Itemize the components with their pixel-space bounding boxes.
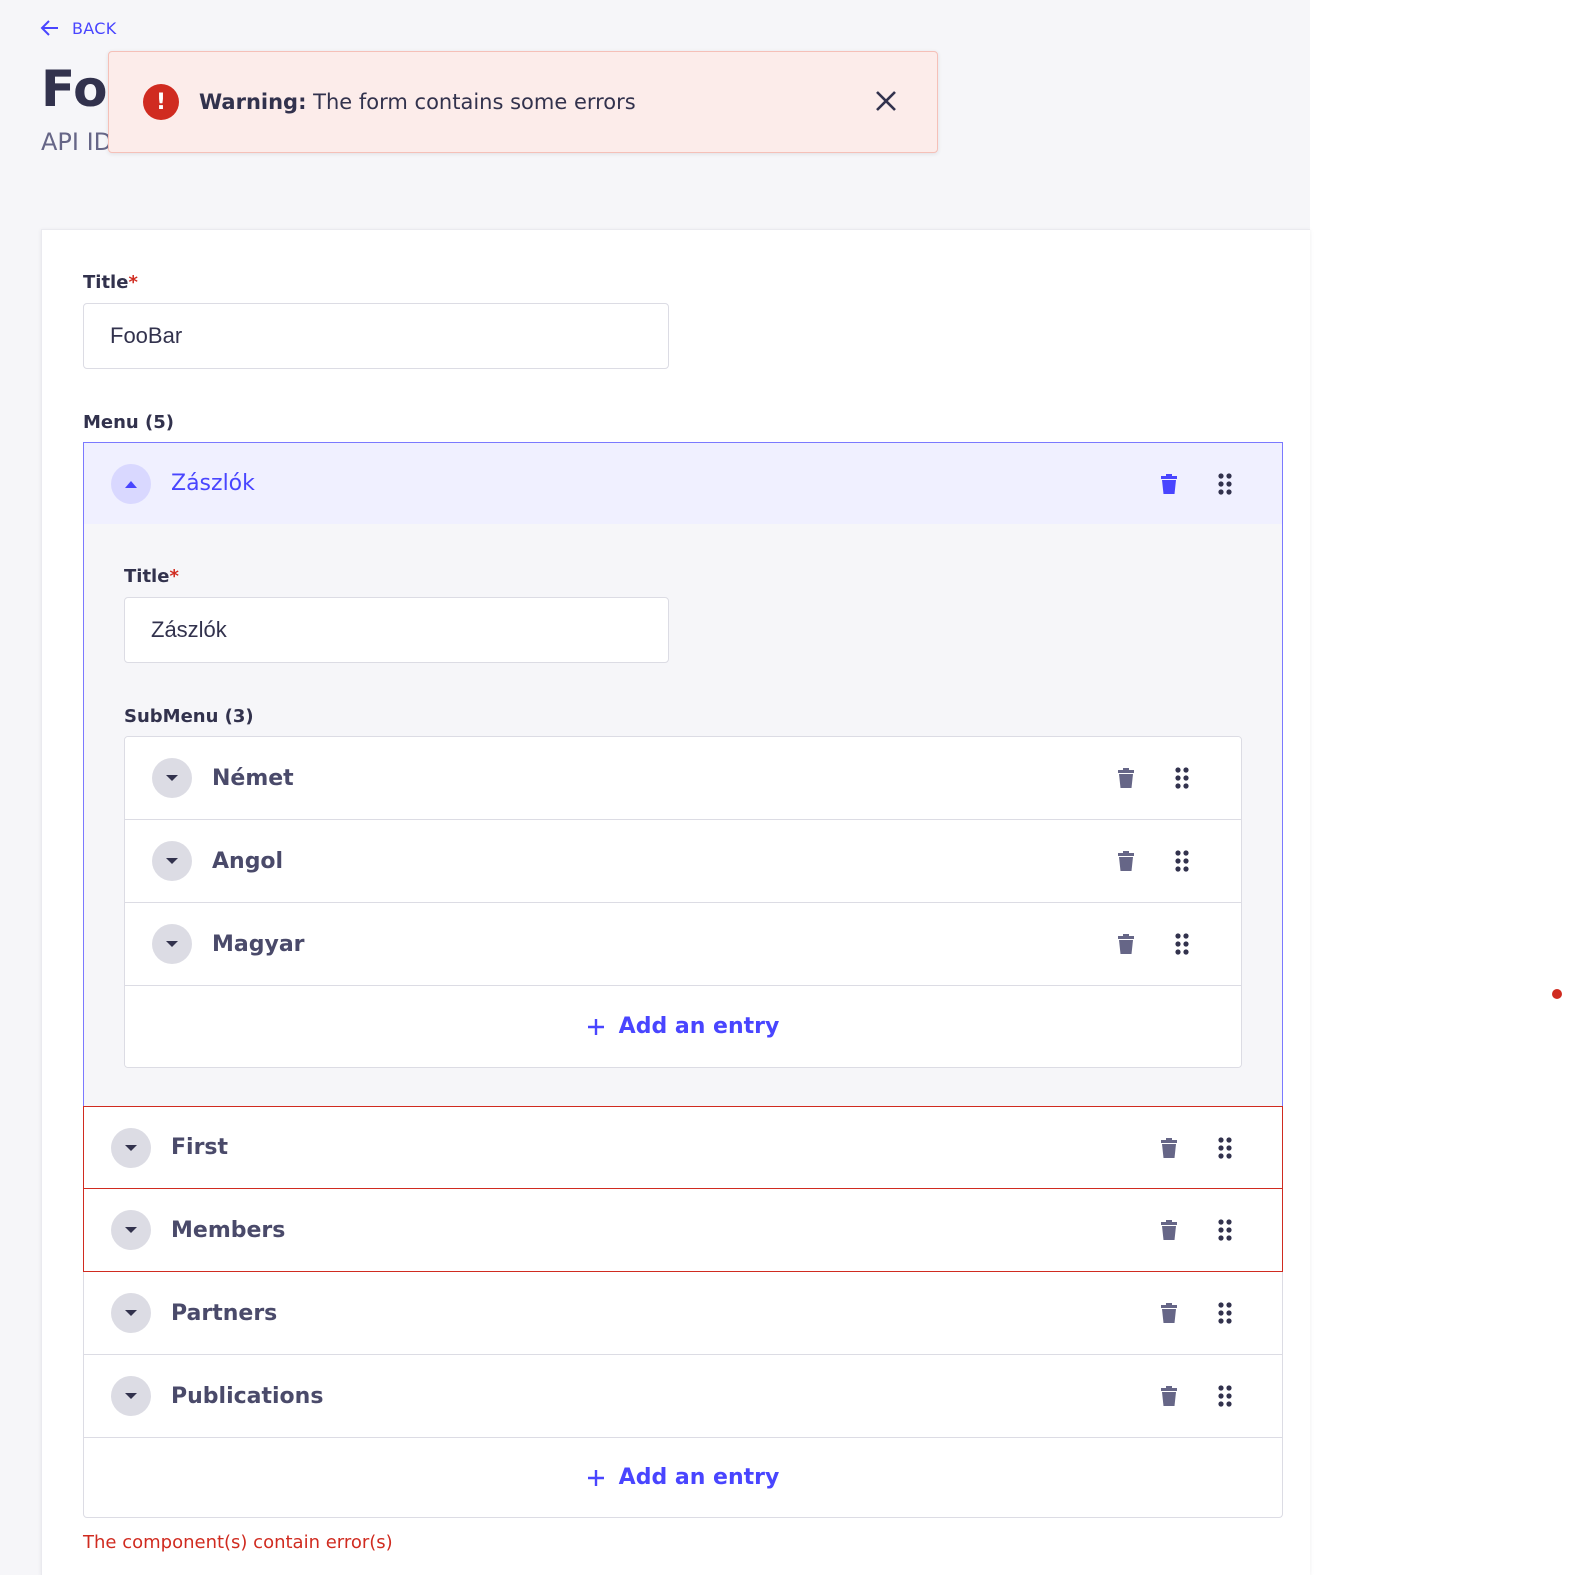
- drag-handle[interactable]: [1167, 763, 1197, 793]
- chevron-down-icon: [125, 1393, 137, 1399]
- plus-icon: [587, 1469, 604, 1486]
- cursor-indicator: [1552, 989, 1562, 999]
- sub-title-label: Title*: [124, 566, 179, 587]
- title-input[interactable]: FooBar: [83, 303, 669, 369]
- trash-icon: [1118, 934, 1134, 954]
- drag-handle-icon: [1218, 473, 1232, 495]
- back-label: BACK: [72, 18, 117, 38]
- trash-icon: [1161, 474, 1177, 494]
- menu-item[interactable]: First: [83, 1106, 1283, 1189]
- menu-item[interactable]: Members: [83, 1189, 1283, 1272]
- close-icon: [876, 91, 896, 111]
- alert-close-button[interactable]: [871, 86, 901, 116]
- drag-handle-icon: [1175, 767, 1189, 789]
- submenu-item[interactable]: Angol: [125, 820, 1241, 903]
- back-link[interactable]: BACK: [40, 18, 117, 38]
- component-error-message: The component(s) contain error(s): [83, 1532, 393, 1553]
- menu-item-expanded: Zászlók Title* Zászlók SubMenu (3) Német: [83, 442, 1283, 1106]
- alert-text: Warning: The form contains some errors: [199, 90, 636, 114]
- drag-handle[interactable]: [1167, 846, 1197, 876]
- chevron-down-icon: [125, 1145, 137, 1151]
- menu-item-label: Publications: [171, 1383, 324, 1409]
- arrow-left-icon: [40, 20, 58, 36]
- delete-button[interactable]: [1111, 846, 1141, 876]
- chevron-down-icon: [166, 775, 178, 781]
- expand-button[interactable]: [111, 1210, 151, 1250]
- menu-item[interactable]: Partners: [83, 1272, 1283, 1355]
- alert-message: The form contains some errors: [313, 90, 636, 114]
- drag-handle-icon: [1218, 1302, 1232, 1324]
- expand-button[interactable]: [111, 1376, 151, 1416]
- alert-title: Warning:: [199, 90, 307, 114]
- exclamation-circle-icon: !: [143, 84, 179, 120]
- drag-handle-icon: [1175, 850, 1189, 872]
- submenu-item-label: Angol: [212, 848, 284, 874]
- chevron-down-icon: [125, 1310, 137, 1316]
- trash-icon: [1161, 1220, 1177, 1240]
- add-entry-label: Add an entry: [618, 1465, 780, 1490]
- delete-button[interactable]: [1154, 469, 1184, 499]
- expand-button[interactable]: [111, 1293, 151, 1333]
- drag-handle-icon: [1218, 1385, 1232, 1407]
- menu-item-header[interactable]: Zászlók: [84, 443, 1282, 524]
- delete-button[interactable]: [1154, 1215, 1184, 1245]
- menu-item-label: Zászlók: [171, 471, 255, 496]
- trash-icon: [1161, 1386, 1177, 1406]
- drag-handle-icon: [1175, 933, 1189, 955]
- trash-icon: [1118, 851, 1134, 871]
- expand-button[interactable]: [152, 924, 192, 964]
- expand-button[interactable]: [152, 841, 192, 881]
- chevron-down-icon: [166, 941, 178, 947]
- drag-handle[interactable]: [1210, 1215, 1240, 1245]
- menu-list: Zászlók Title* Zászlók SubMenu (3) Német: [83, 442, 1283, 1518]
- drag-handle-icon: [1218, 1219, 1232, 1241]
- submenu-label: SubMenu (3): [124, 706, 254, 727]
- submenu-add-entry-button[interactable]: Add an entry: [125, 986, 1241, 1067]
- drag-handle[interactable]: [1210, 1133, 1240, 1163]
- chevron-up-icon: [125, 481, 137, 488]
- trash-icon: [1161, 1138, 1177, 1158]
- delete-button[interactable]: [1154, 1133, 1184, 1163]
- chevron-down-icon: [125, 1227, 137, 1233]
- submenu-item[interactable]: Német: [125, 737, 1241, 820]
- submenu-list: Német Angol Magyar Add an entry: [124, 736, 1242, 1068]
- submenu-item-label: Magyar: [212, 931, 305, 957]
- expand-button[interactable]: [152, 758, 192, 798]
- chevron-down-icon: [166, 858, 178, 864]
- submenu-item[interactable]: Magyar: [125, 903, 1241, 986]
- delete-button[interactable]: [1154, 1381, 1184, 1411]
- drag-handle[interactable]: [1210, 469, 1240, 499]
- menu-add-entry-button[interactable]: Add an entry: [83, 1438, 1283, 1518]
- delete-button[interactable]: [1111, 763, 1141, 793]
- delete-button[interactable]: [1111, 929, 1141, 959]
- menu-item-label: Partners: [171, 1300, 278, 1326]
- drag-handle[interactable]: [1210, 1298, 1240, 1328]
- collapse-button[interactable]: [111, 464, 151, 504]
- plus-icon: [587, 1018, 604, 1035]
- sub-title-input[interactable]: Zászlók: [124, 597, 669, 663]
- menu-label: Menu (5): [83, 412, 174, 433]
- expand-button[interactable]: [111, 1128, 151, 1168]
- trash-icon: [1118, 768, 1134, 788]
- delete-button[interactable]: [1154, 1298, 1184, 1328]
- drag-handle[interactable]: [1167, 929, 1197, 959]
- warning-alert: ! Warning: The form contains some errors: [108, 51, 938, 153]
- submenu-item-label: Német: [212, 765, 294, 791]
- title-field-label: Title*: [83, 272, 138, 293]
- menu-item[interactable]: Publications: [83, 1355, 1283, 1438]
- drag-handle-icon: [1218, 1137, 1232, 1159]
- trash-icon: [1161, 1303, 1177, 1323]
- menu-item-label: Members: [171, 1217, 286, 1243]
- menu-item-label: First: [171, 1135, 229, 1160]
- drag-handle[interactable]: [1210, 1381, 1240, 1411]
- add-entry-label: Add an entry: [618, 1014, 780, 1039]
